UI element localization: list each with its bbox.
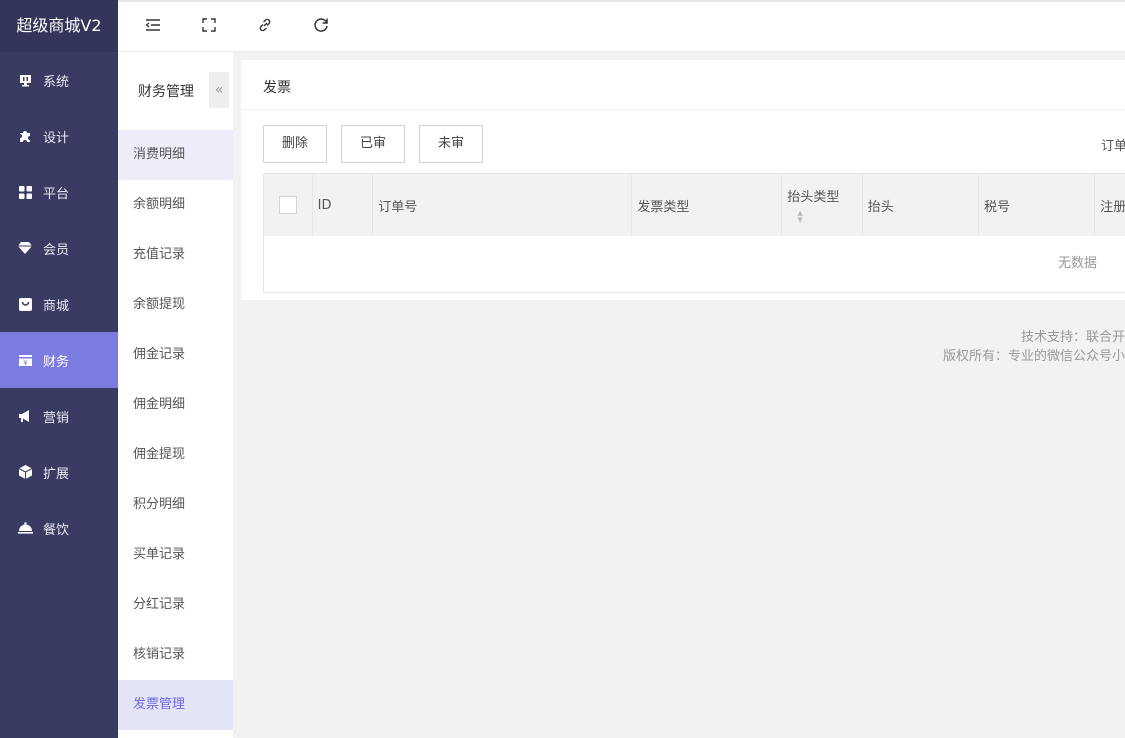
nav-item-design[interactable]: 设计 (0, 108, 118, 164)
fullscreen-icon (200, 16, 218, 38)
nav-label: 商城 (43, 298, 70, 314)
fullscreen-button[interactable] (200, 1, 256, 53)
sub-item-points[interactable]: 积分明细 (118, 480, 233, 530)
select-all-checkbox[interactable] (278, 196, 297, 214)
empty-state: 无数据 (264, 236, 1125, 292)
nav-label: 扩展 (43, 466, 70, 482)
sub-title-text: 财务管理 (138, 84, 194, 100)
sub-sidebar-title: 财务管理 « (118, 52, 233, 130)
nav-item-mall[interactable]: 商城 (0, 276, 118, 332)
column-invoice-type[interactable]: 发票类型 (632, 174, 783, 236)
sort-icon[interactable]: ▲ ▼ (797, 210, 802, 224)
dish-icon (17, 520, 33, 536)
table-header: ID 订单号 发票类型 抬头类型 ▲ ▼ 抬头 税号 注册 (264, 174, 1125, 236)
nav-label: 餐饮 (43, 522, 70, 538)
grid-icon (17, 184, 33, 200)
svg-text:¥: ¥ (23, 359, 28, 367)
collapse-button[interactable]: « (209, 72, 229, 108)
page-footer: 技术支持：联合开 版权所有：专业的微信公众号小 (825, 328, 1125, 366)
top-toolbar (118, 0, 1125, 52)
nav-label: 平台 (43, 186, 70, 202)
nav-item-extension[interactable]: 扩展 (0, 444, 118, 500)
nav-label: 营销 (43, 410, 70, 426)
sub-item-payment[interactable]: 买单记录 (118, 530, 233, 580)
column-tax-no[interactable]: 税号 (979, 174, 1096, 236)
sub-item-invoice[interactable]: 发票管理 (118, 680, 233, 730)
menu-toggle-button[interactable] (144, 1, 200, 53)
link-icon (256, 16, 274, 38)
card-title: 发票 (241, 60, 1125, 110)
cube-icon (17, 464, 33, 480)
nav-item-member[interactable]: 会员 (0, 220, 118, 276)
footer-copyright: 版权所有：专业的微信公众号小 (942, 349, 1125, 364)
action-buttons: 删除 已审 未审 (263, 125, 484, 163)
diamond-icon (17, 240, 33, 256)
sub-item-dividend[interactable]: 分红记录 (118, 580, 233, 630)
brand-logo[interactable]: 超级商城V2 (0, 0, 118, 52)
delete-button[interactable]: 删除 (263, 125, 328, 163)
sub-item-verification[interactable]: 核销记录 (118, 630, 233, 680)
nav-item-finance[interactable]: ¥ 财务 (0, 332, 118, 388)
cash-icon: ¥ (17, 352, 33, 368)
system-icon (17, 72, 33, 88)
refresh-icon (312, 16, 330, 38)
footer-support: 技术支持：联合开 (1020, 330, 1125, 345)
sub-sidebar: 财务管理 « 消费明细 余额明细 充值记录 余额提现 佣金记录 佣金明细 佣金提… (118, 52, 233, 738)
sub-item-withdraw[interactable]: 余额提现 (118, 280, 233, 330)
bag-icon (17, 296, 33, 312)
sub-item-commission-withdraw[interactable]: 佣金提现 (118, 430, 233, 480)
main-sidebar: 超级商城V2 系统 设计 平台 会员 商城 ¥ 财务 营销 扩展 餐饮 (0, 0, 118, 738)
nav-item-platform[interactable]: 平台 (0, 164, 118, 220)
sub-item-balance[interactable]: 余额明细 (118, 180, 233, 230)
sub-item-commission-detail[interactable]: 佣金明细 (118, 380, 233, 430)
column-order-no[interactable]: 订单号 (373, 174, 633, 236)
column-id[interactable]: ID (313, 174, 374, 236)
refresh-button[interactable] (312, 1, 368, 53)
indent-icon (144, 16, 162, 38)
nav-label: 系统 (43, 74, 70, 90)
sub-item-consumption[interactable]: 消费明细 (118, 130, 233, 180)
nav-label: 财务 (43, 354, 70, 370)
invoice-table: ID 订单号 发票类型 抬头类型 ▲ ▼ 抬头 税号 注册 无数据 (263, 173, 1125, 293)
sub-item-commission-record[interactable]: 佣金记录 (118, 330, 233, 380)
order-filter-label: 订单 (1101, 139, 1125, 154)
column-header-type-label: 抬头类型 (787, 190, 840, 205)
puzzle-icon (17, 128, 33, 144)
nav-label: 会员 (43, 242, 70, 258)
link-button[interactable] (256, 1, 312, 53)
column-register[interactable]: 注册 (1095, 174, 1125, 236)
approved-button[interactable]: 已审 (341, 125, 406, 163)
nav-label: 设计 (43, 130, 70, 146)
unapproved-button[interactable]: 未审 (419, 125, 484, 163)
invoice-card: 发票 删除 已审 未审 订单 ID 订单号 发票类型 抬头类型 ▲ ▼ 抬头 税号… (241, 60, 1125, 300)
nav-item-marketing[interactable]: 营销 (0, 388, 118, 444)
column-header[interactable]: 抬头 (863, 174, 979, 236)
nav-item-catering[interactable]: 餐饮 (0, 500, 118, 556)
sub-item-recharge[interactable]: 充值记录 (118, 230, 233, 280)
nav-item-system[interactable]: 系统 (0, 52, 118, 108)
double-chevron-left-icon: « (214, 82, 224, 98)
header-check-cell (264, 174, 313, 236)
megaphone-icon (17, 408, 33, 424)
column-header-type[interactable]: 抬头类型 ▲ ▼ (782, 174, 863, 236)
